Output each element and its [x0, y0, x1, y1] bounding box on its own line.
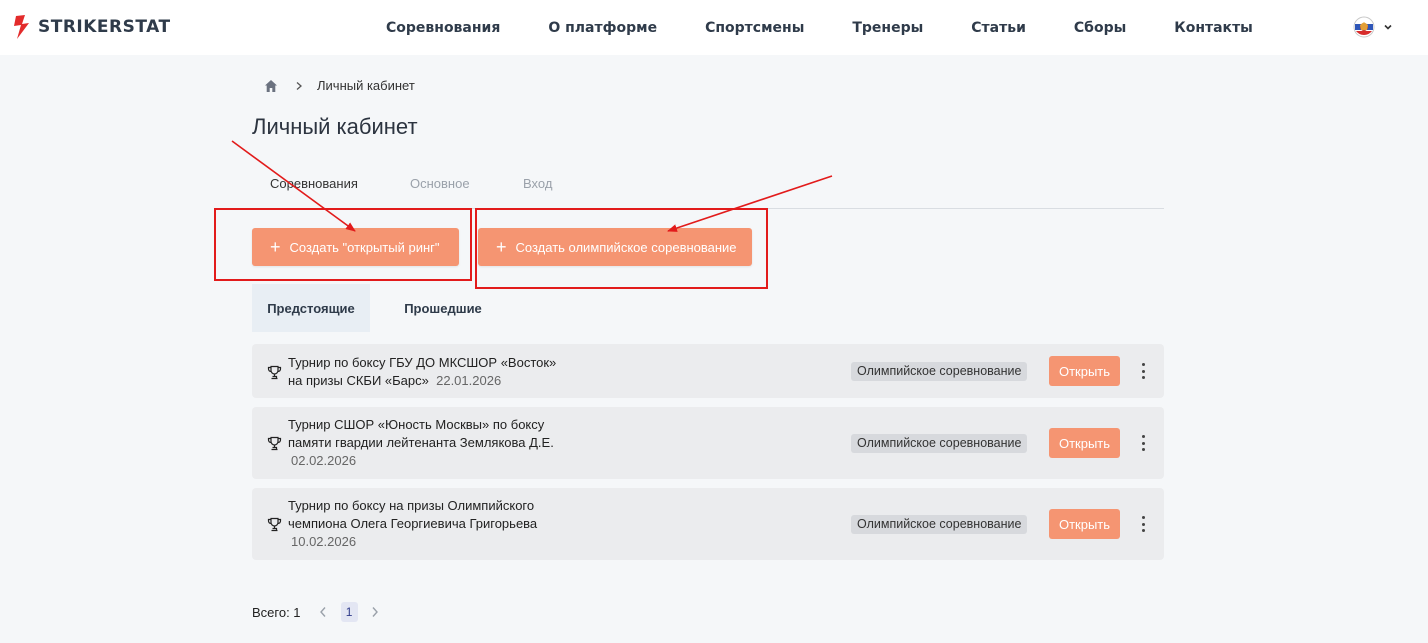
trophy-icon: [267, 436, 282, 451]
page-title: Личный кабинет: [252, 114, 418, 139]
open-button[interactable]: Открыть: [1049, 428, 1120, 458]
tab-competitions[interactable]: Соревнования: [270, 176, 358, 191]
home-icon[interactable]: [264, 79, 278, 93]
list-item: Турнир по боксу ГБУ ДО МКСШОР «Восток» н…: [252, 344, 1164, 398]
competition-type-badge: Олимпийское соревнование: [851, 434, 1028, 453]
more-options-icon[interactable]: [1139, 435, 1147, 451]
subtab-upcoming[interactable]: Предстоящие: [252, 284, 370, 332]
annotation-box: [475, 208, 768, 289]
list-item: Турнир СШОР «Юность Москвы» по боксу пам…: [252, 407, 1164, 479]
flag-icon: [1353, 16, 1375, 38]
logo-icon: [14, 15, 29, 39]
main-nav: Соревнования О платформе Спортсмены Трен…: [386, 0, 1253, 55]
chevron-right-icon: [296, 81, 302, 90]
nav-item-competitions[interactable]: Соревнования: [386, 20, 500, 36]
tab-login[interactable]: Вход: [523, 176, 552, 191]
page-number[interactable]: 1: [340, 602, 358, 622]
total-count: Всего: 1: [252, 604, 301, 620]
trophy-icon: [267, 517, 282, 532]
tab-general[interactable]: Основное: [410, 176, 470, 191]
breadcrumb-current: Личный кабинет: [317, 78, 415, 93]
pagination: Всего: 1 1: [252, 602, 380, 622]
nav-item-athletes[interactable]: Спортсмены: [705, 20, 804, 36]
chevron-right-icon[interactable]: [370, 606, 380, 618]
breadcrumb: Личный кабинет: [264, 78, 415, 93]
more-options-icon[interactable]: [1139, 363, 1147, 379]
chevron-left-icon[interactable]: [318, 606, 328, 618]
competition-title[interactable]: Турнир СШОР «Юность Москвы» по боксу пам…: [288, 416, 554, 470]
annotation-box: [214, 208, 472, 281]
competition-title[interactable]: Турнир по боксу на призы Олимпийского че…: [288, 497, 537, 551]
brand-name: STRIKERSTAT: [38, 17, 171, 37]
open-button[interactable]: Открыть: [1049, 509, 1120, 539]
profile-tabs: Соревнования Основное Вход: [252, 168, 1164, 209]
nav-item-articles[interactable]: Статьи: [971, 20, 1026, 36]
open-button[interactable]: Открыть: [1049, 356, 1120, 386]
more-options-icon[interactable]: [1139, 516, 1147, 532]
competition-title[interactable]: Турнир по боксу ГБУ ДО МКСШОР «Восток» н…: [288, 354, 556, 390]
nav-item-camps[interactable]: Сборы: [1074, 20, 1126, 36]
competition-date: 10.02.2026: [291, 534, 357, 549]
competition-type-badge: Олимпийское соревнование: [851, 515, 1028, 534]
language-switcher[interactable]: [1353, 16, 1393, 38]
nav-item-coaches[interactable]: Тренеры: [852, 20, 923, 36]
logo[interactable]: STRIKERSTAT: [12, 14, 171, 40]
subtab-past[interactable]: Прошедшие: [384, 284, 502, 332]
list-item: Турнир по боксу на призы Олимпийского че…: [252, 488, 1164, 560]
nav-item-about[interactable]: О платформе: [548, 20, 657, 36]
top-header: STRIKERSTAT Соревнования О платформе Спо…: [0, 0, 1428, 55]
competition-date: 02.02.2026: [291, 453, 357, 468]
competition-type-badge: Олимпийское соревнование: [851, 362, 1028, 381]
trophy-icon: [267, 365, 282, 380]
nav-item-contacts[interactable]: Контакты: [1174, 20, 1253, 36]
chevron-down-icon: [1384, 24, 1392, 30]
competition-date: 22.01.2026: [436, 373, 502, 388]
